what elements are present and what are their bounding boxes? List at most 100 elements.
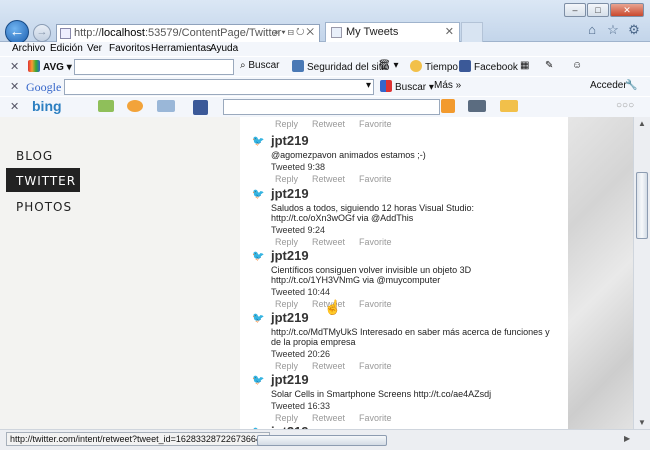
tab-my-tweets[interactable]: My Tweets ✕ (325, 22, 460, 42)
status-bar: http://twitter.com/intent/retweet?tweet_… (0, 429, 650, 450)
calculator-icon[interactable]: ▦ (520, 60, 529, 71)
avg-logo-icon (28, 60, 40, 72)
tweet-text: Científicos consiguen volver invisible u… (271, 265, 472, 285)
scroll-up-icon[interactable]: ▲ (638, 119, 646, 128)
favorite-link[interactable]: Favorite (359, 413, 392, 423)
favorites-star-icon[interactable]: ☆ (605, 22, 621, 38)
weather-icon[interactable] (127, 100, 146, 113)
home-icon[interactable]: ⌂ (584, 22, 600, 38)
translate-icon[interactable] (500, 100, 521, 113)
google-search-dropdown-icon[interactable]: ▾ (366, 80, 371, 91)
google-search-input[interactable] (64, 79, 374, 95)
bing-toolbar: ✕ bing ○○○ (0, 96, 650, 117)
wrench-icon[interactable]: 🔧 (625, 80, 637, 91)
search-icon: ⌕ (240, 60, 246, 71)
retweet-link[interactable]: Retweet (312, 413, 345, 423)
forward-button[interactable]: → (33, 24, 51, 42)
more-options-icon[interactable]: ○○○ (616, 100, 634, 111)
more-button[interactable]: Más » (434, 80, 461, 91)
menu-favoritos[interactable]: Favoritos (109, 43, 150, 54)
favorite-link[interactable]: Favorite (359, 299, 392, 309)
reply-link[interactable]: Reply (275, 413, 298, 423)
sidebar-item-blog[interactable]: BLOG (16, 149, 53, 163)
trash-dropdown[interactable]: 🗑 ▾ (378, 60, 399, 71)
reply-link[interactable]: Reply (275, 119, 298, 129)
mail-icon[interactable] (157, 100, 178, 113)
facebook-icon[interactable] (193, 100, 211, 116)
tweet-username[interactable]: jpt219 (271, 186, 309, 201)
tweet-username[interactable]: jpt219 (271, 248, 309, 263)
browser-icons: ⌂ ☆ ⚙ (579, 22, 642, 38)
reply-link[interactable]: Reply (275, 237, 298, 247)
chat-icon[interactable]: ☺ (572, 60, 582, 71)
photos-shape (98, 100, 114, 112)
tweet-actions: Reply Retweet Favorite (275, 119, 406, 129)
retweet-link[interactable]: Retweet (312, 174, 345, 184)
photos-icon[interactable] (98, 100, 117, 113)
bing-search-input[interactable] (223, 99, 440, 115)
close-button[interactable]: ✕ (610, 3, 644, 17)
maximize-button[interactable]: □ (587, 3, 609, 17)
facebook-button[interactable]: Facebook (459, 60, 518, 73)
translate-shape (500, 100, 518, 112)
tab-label: My Tweets (346, 26, 399, 38)
sidebar-item-twitter[interactable]: TWITTER (16, 174, 76, 188)
minimize-button[interactable]: – (564, 3, 586, 17)
vertical-scrollbar[interactable]: ▲ ▼ (633, 117, 650, 429)
address-bar[interactable]: http://localhost:53579/ContentPage/Twitt… (56, 24, 320, 43)
tweet-time: Tweeted 16:33 (271, 401, 331, 411)
menu-herramientas[interactable]: Herramientas (151, 43, 211, 54)
reply-link[interactable]: Reply (275, 299, 298, 309)
status-url: http://twitter.com/intent/retweet?tweet_… (6, 432, 270, 446)
favorite-link[interactable]: Favorite (359, 237, 392, 247)
tweet-username[interactable]: jpt219 (271, 310, 309, 325)
site-security-button[interactable]: Seguridad del sitio (292, 60, 389, 73)
weather-button[interactable]: Tiempo (410, 60, 458, 73)
vertical-scroll-thumb[interactable] (636, 172, 648, 239)
retweet-link[interactable]: Retweet (312, 361, 345, 371)
address-actions-icon[interactable]: ⌕▾⊟↻✕ (274, 27, 316, 38)
tweet-username[interactable]: jpt219 (271, 133, 309, 148)
menu-ver[interactable]: Ver (87, 43, 102, 54)
avg-logo[interactable]: AVG ▾ (28, 60, 72, 73)
bing-search-button[interactable] (441, 99, 458, 114)
horizontal-scroll-thumb[interactable] (257, 435, 387, 446)
avg-search-button[interactable]: ⌕ Buscar (240, 60, 280, 71)
menu-edicion[interactable]: Edición (50, 43, 83, 54)
scroll-right-icon[interactable]: ▶ (624, 434, 630, 443)
close-toolbar-icon[interactable]: ✕ (10, 100, 19, 113)
tweet-text: http://t.co/MdTMyUkS Interesado en saber… (271, 327, 550, 347)
tweet-actions: Reply Retweet Favorite (275, 361, 406, 371)
favorite-link[interactable]: Favorite (359, 361, 392, 371)
avg-search-input[interactable] (74, 59, 234, 75)
menu-archivo[interactable]: Archivo (12, 43, 45, 54)
sidebar: BLOG TWITTER PHOTOS (0, 117, 240, 429)
video-icon[interactable] (468, 100, 489, 113)
back-button[interactable]: ← (5, 20, 29, 44)
sidebar-item-photos[interactable]: PHOTOS (16, 200, 72, 214)
close-toolbar-icon[interactable]: ✕ (10, 80, 19, 93)
close-toolbar-icon[interactable]: ✕ (10, 60, 19, 73)
settings-gear-icon[interactable]: ⚙ (626, 22, 642, 38)
retweet-link[interactable]: Retweet (312, 119, 345, 129)
favorite-link[interactable]: Favorite (359, 174, 392, 184)
google-search-button[interactable]: Buscar ▾ (380, 80, 434, 93)
scroll-down-icon[interactable]: ▼ (638, 418, 646, 427)
avg-toolbar: ✕ AVG ▾ ⌕ Buscar Seguridad del sitio 🗑 ▾… (0, 56, 650, 76)
page-viewport: BLOG TWITTER PHOTOS Reply Retweet Favorite… (0, 117, 633, 429)
tweet-username[interactable]: jpt219 (271, 372, 309, 387)
notepad-icon[interactable]: ✎ (545, 60, 553, 71)
google-logo: Google (26, 80, 62, 94)
reply-link[interactable]: Reply (275, 174, 298, 184)
menu-ayuda[interactable]: Ayuda (210, 43, 238, 54)
tweet-text: Solar Cells in Smartphone Screens http:/… (271, 389, 492, 399)
login-button[interactable]: Acceder (590, 80, 627, 91)
film-shape (468, 100, 486, 112)
shield-icon (292, 60, 304, 72)
tweet-time: Tweeted 9:38 (271, 162, 326, 172)
retweet-link[interactable]: Retweet (312, 237, 345, 247)
new-tab-button[interactable] (461, 22, 483, 42)
reply-link[interactable]: Reply (275, 361, 298, 371)
favorite-link[interactable]: Favorite (359, 119, 392, 129)
tab-close-icon[interactable]: ✕ (445, 25, 454, 38)
